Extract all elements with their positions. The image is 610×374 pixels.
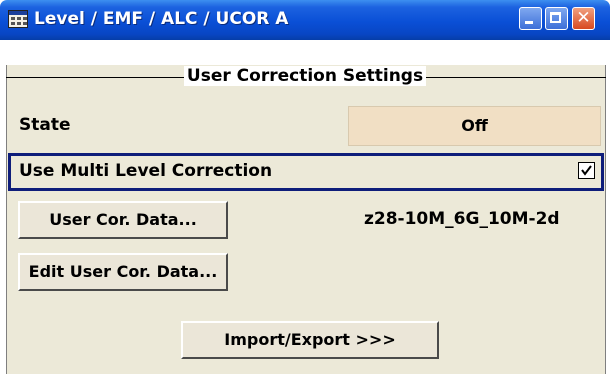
maximize-button[interactable] [545, 7, 568, 30]
user-cor-data-button[interactable]: User Cor. Data... [18, 201, 228, 239]
group-title: User Correction Settings [0, 66, 610, 86]
edit-user-cor-data-button[interactable]: Edit User Cor. Data... [18, 253, 228, 291]
title-bar[interactable]: Level / EMF / ALC / UCOR A ✕ [0, 0, 610, 40]
app-icon [8, 10, 28, 28]
multi-level-correction-checkbox[interactable] [578, 162, 595, 179]
multi-level-correction-label: Use Multi Level Correction [19, 161, 273, 181]
group-title-text: User Correction Settings [183, 66, 427, 86]
close-icon: ✕ [576, 8, 591, 28]
window-title: Level / EMF / ALC / UCOR A [34, 9, 289, 29]
state-label: State [19, 115, 71, 135]
checkmark-icon [581, 165, 592, 176]
import-export-button[interactable]: Import/Export >>> [181, 321, 439, 359]
close-button[interactable]: ✕ [572, 7, 595, 30]
minimize-button[interactable] [519, 7, 542, 30]
state-button[interactable]: Off [348, 106, 601, 146]
user-cor-data-file: z28-10M_6G_10M-2d [364, 209, 560, 229]
